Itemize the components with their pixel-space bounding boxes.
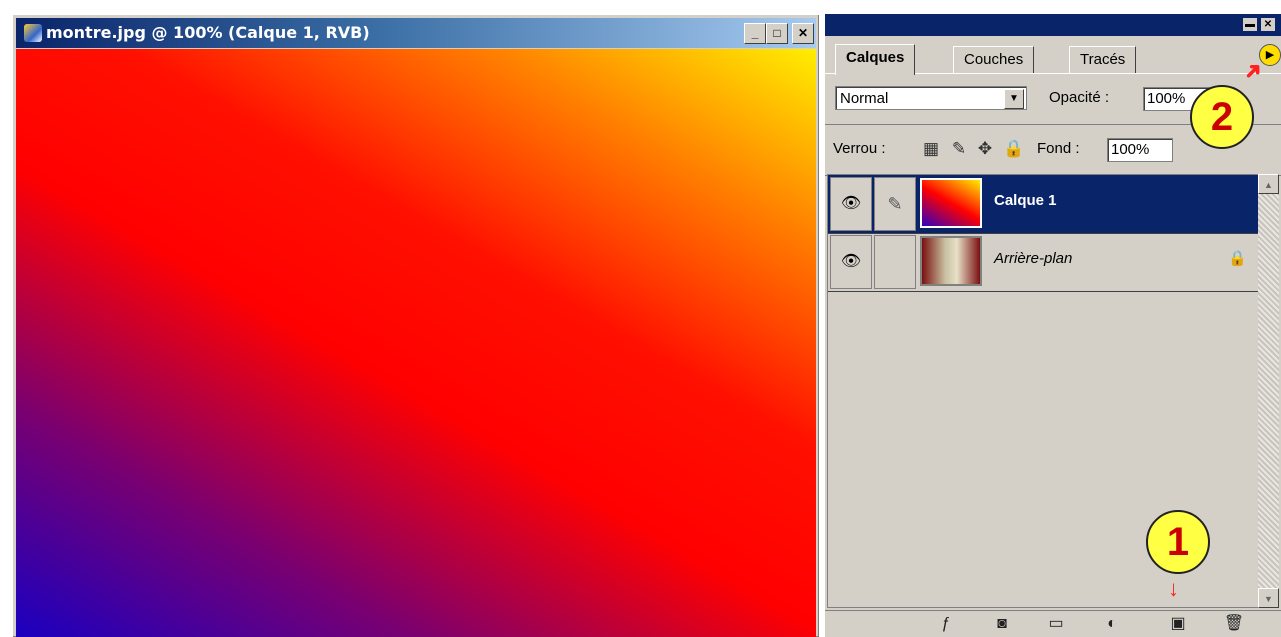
arrow-down-icon: ↓	[1168, 576, 1179, 601]
adjustment-icon[interactable]: ◐	[1099, 613, 1125, 635]
fill-label: Fond :	[1037, 140, 1080, 157]
layer-thumbnail	[920, 236, 982, 286]
eye-icon[interactable]: 👁	[830, 177, 872, 231]
chevron-down-icon[interactable]: ▼	[1004, 89, 1024, 109]
tab-traces[interactable]: Tracés	[1069, 46, 1137, 73]
scroll-down-icon[interactable]: ▼	[1258, 588, 1279, 608]
callout-1: 1	[1146, 510, 1210, 574]
trash-icon[interactable]: 🗑	[1221, 613, 1247, 635]
palette-menu-icon[interactable]: ▶	[1259, 44, 1281, 66]
layer-thumbnail	[920, 178, 982, 228]
tab-calques[interactable]: Calques	[835, 44, 916, 75]
lock-label: Verrou :	[833, 140, 886, 157]
image-canvas[interactable]	[16, 49, 816, 637]
lock-icon: 🔒	[1228, 250, 1247, 267]
lock-brush-icon[interactable]: ✎	[949, 139, 969, 159]
callout-2: 2	[1190, 85, 1254, 149]
palette-close-icon[interactable]: ✕	[1261, 18, 1275, 31]
maximize-button[interactable]: □	[766, 23, 788, 44]
layer-name[interactable]: Arrière-plan	[994, 250, 1072, 267]
document-titlebar[interactable]: montre.jpg @ 100% (Calque 1, RVB) _ □ ✕	[16, 18, 816, 48]
lock-all-icon[interactable]: 🔒	[1003, 139, 1024, 159]
brush-link-icon[interactable]: ✎	[874, 177, 916, 231]
layer-row-calque-1[interactable]: 👁 ✎ Calque 1	[828, 175, 1258, 234]
lock-move-icon[interactable]: ✥	[975, 139, 995, 159]
fill-input[interactable]: 100%	[1107, 138, 1173, 162]
document-title: montre.jpg @ 100% (Calque 1, RVB)	[46, 23, 370, 42]
layers-scrollbar[interactable]: ▲ ▼	[1258, 174, 1279, 608]
palette-bottom-bar: ƒ ◙ ▭ ◐ ▣ 🗑	[825, 610, 1281, 637]
opacity-label: Opacité :	[1049, 89, 1110, 106]
new-layer-icon[interactable]: ▣	[1165, 613, 1191, 635]
document-window: montre.jpg @ 100% (Calque 1, RVB) _ □ ✕	[12, 14, 819, 637]
tab-couches[interactable]: Couches	[953, 46, 1035, 73]
layer-name[interactable]: Calque 1	[994, 192, 1057, 209]
folder-icon[interactable]: ▭	[1043, 613, 1069, 635]
link-cell[interactable]	[874, 235, 916, 289]
scroll-up-icon[interactable]: ▲	[1258, 174, 1279, 194]
palette-minimize-icon[interactable]: ▬	[1243, 18, 1257, 31]
palette-titlebar[interactable]: ▬ ✕	[825, 14, 1281, 36]
eye-icon[interactable]: 👁	[830, 235, 872, 289]
document-icon	[24, 24, 42, 42]
close-button[interactable]: ✕	[792, 23, 814, 44]
mask-icon[interactable]: ◙	[989, 613, 1015, 635]
layer-style-icon[interactable]: ƒ	[933, 613, 959, 635]
layer-row-arriere-plan[interactable]: 👁 Arrière-plan 🔒	[828, 233, 1258, 292]
blend-mode-value: Normal	[840, 90, 889, 107]
blend-mode-select[interactable]: Normal ▼	[835, 86, 1027, 110]
minimize-button[interactable]: _	[744, 23, 766, 44]
lock-transparency-icon[interactable]: ▦	[921, 139, 941, 159]
